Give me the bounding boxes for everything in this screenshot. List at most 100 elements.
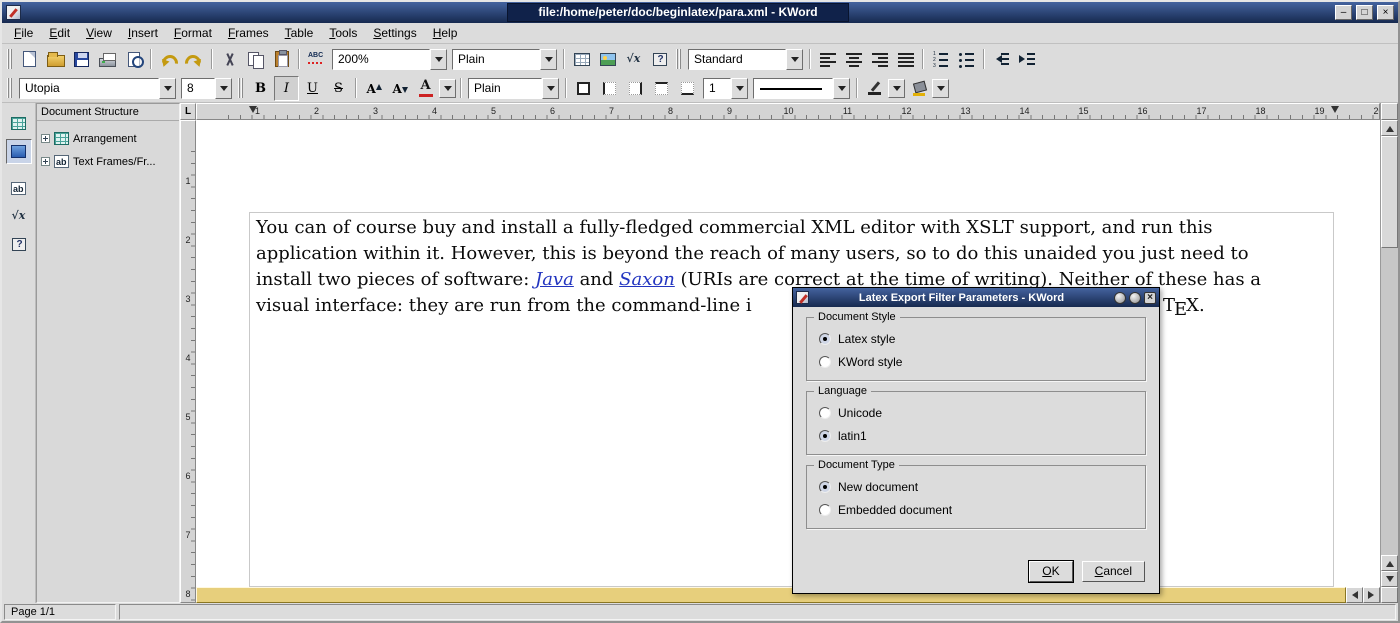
align-left-button[interactable] — [815, 47, 840, 72]
font-size-combobox[interactable]: 8 — [181, 78, 232, 99]
text-style-value[interactable]: Plain — [452, 49, 540, 70]
scrollbar-track[interactable] — [1381, 248, 1398, 555]
radio-embedded-document[interactable]: Embedded document — [807, 498, 1145, 521]
border-width-value[interactable]: 1 — [703, 78, 731, 99]
border-left-button[interactable] — [597, 76, 622, 101]
menu-file[interactable]: File — [6, 24, 41, 43]
table-frame-tool[interactable] — [6, 111, 32, 136]
border-top-button[interactable] — [649, 76, 674, 101]
tree-item-arrangement[interactable]: Arrangement — [41, 127, 177, 150]
object-frame-tool[interactable] — [6, 232, 32, 257]
italic-button[interactable]: I — [274, 76, 299, 101]
close-button[interactable]: × — [1377, 5, 1394, 20]
insert-formula-button[interactable] — [621, 47, 646, 72]
menu-insert[interactable]: Insert — [120, 24, 166, 43]
spellcheck-button[interactable] — [304, 47, 329, 72]
expander-icon[interactable] — [41, 157, 50, 166]
menu-help[interactable]: Help — [425, 24, 466, 43]
menu-view[interactable]: View — [78, 24, 120, 43]
background-color-button[interactable] — [906, 76, 931, 101]
border-color-dropdown-button[interactable] — [888, 79, 905, 98]
align-justify-button[interactable] — [893, 47, 918, 72]
border-color-button[interactable] — [862, 76, 887, 101]
font-family-dropdown-button[interactable] — [159, 78, 176, 99]
insert-object-button[interactable] — [647, 47, 672, 72]
link-saxon[interactable]: Saxon — [619, 269, 675, 290]
radio-selected-icon[interactable] — [819, 481, 831, 493]
bullet-list-button[interactable] — [954, 47, 979, 72]
insert-picture-button[interactable] — [595, 47, 620, 72]
cancel-button[interactable]: Cancel — [1082, 561, 1145, 582]
menu-table[interactable]: Table — [277, 24, 322, 43]
character-style-combobox[interactable]: Plain — [468, 78, 559, 99]
paragraph-style-dropdown-button[interactable] — [786, 49, 803, 70]
border-outline-button[interactable] — [571, 76, 596, 101]
expander-icon[interactable] — [41, 134, 50, 143]
scroll-up-button[interactable] — [1381, 120, 1398, 136]
strikethrough-button[interactable]: S — [326, 76, 351, 101]
font-color-dropdown-button[interactable] — [439, 79, 456, 98]
copy-button[interactable] — [243, 47, 268, 72]
decrease-indent-button[interactable] — [989, 47, 1014, 72]
menu-edit[interactable]: Edit — [41, 24, 78, 43]
toolbar-handle[interactable] — [238, 78, 244, 98]
character-style-dropdown-button[interactable] — [542, 78, 559, 99]
zoom-dropdown-button[interactable] — [430, 49, 447, 70]
formula-frame-tool[interactable] — [6, 204, 32, 229]
font-size-value[interactable]: 8 — [181, 78, 215, 99]
minimize-button[interactable]: – — [1335, 5, 1352, 20]
dialog-close-button[interactable]: × — [1144, 292, 1156, 304]
scroll-up-button-bottom[interactable] — [1381, 555, 1398, 571]
insert-table-button[interactable] — [569, 47, 594, 72]
tree-item-text-frames[interactable]: Text Frames/Fr... — [41, 150, 177, 173]
tab-type-selector[interactable]: L — [180, 103, 196, 120]
scroll-down-button[interactable] — [1381, 571, 1398, 587]
paragraph-style-combobox[interactable]: Standard — [688, 49, 803, 70]
scroll-right-button[interactable] — [1363, 587, 1380, 603]
border-style-combobox[interactable] — [753, 78, 850, 99]
redo-button[interactable] — [182, 47, 207, 72]
character-style-value[interactable]: Plain — [468, 78, 542, 99]
picture-frame-tool[interactable] — [6, 139, 32, 164]
open-document-button[interactable] — [43, 47, 68, 72]
border-style-value[interactable] — [753, 78, 833, 99]
border-width-combobox[interactable]: 1 — [703, 78, 748, 99]
radio-unselected-icon[interactable] — [819, 407, 831, 419]
radio-selected-icon[interactable] — [819, 430, 831, 442]
radio-selected-icon[interactable] — [819, 333, 831, 345]
dialog-minimize-button[interactable] — [1114, 292, 1126, 304]
align-right-button[interactable] — [867, 47, 892, 72]
dialog-titlebar[interactable]: Latex Export Filter Parameters - KWord × — [793, 288, 1159, 307]
kword-app-icon[interactable] — [6, 5, 21, 20]
superscript-button[interactable] — [361, 76, 386, 101]
print-preview-button[interactable] — [121, 47, 146, 72]
menu-format[interactable]: Format — [166, 24, 220, 43]
font-size-dropdown-button[interactable] — [215, 78, 232, 99]
horizontal-scrollbar[interactable] — [196, 587, 1380, 603]
radio-kword-style[interactable]: KWord style — [807, 350, 1145, 373]
left-margin-marker[interactable] — [249, 106, 257, 117]
border-bottom-button[interactable] — [675, 76, 700, 101]
new-document-button[interactable] — [17, 47, 42, 72]
text-style-combobox[interactable]: Plain — [452, 49, 557, 70]
subscript-button[interactable] — [387, 76, 412, 101]
radio-new-document[interactable]: New document — [807, 475, 1145, 498]
text-frame-tool[interactable] — [6, 176, 32, 201]
increase-indent-button[interactable] — [1015, 47, 1040, 72]
zoom-combobox[interactable]: 200% — [332, 49, 447, 70]
font-family-value[interactable]: Utopia — [19, 78, 159, 99]
menu-frames[interactable]: Frames — [220, 24, 277, 43]
underline-button[interactable]: U — [300, 76, 325, 101]
maximize-button[interactable]: □ — [1356, 5, 1373, 20]
cut-button[interactable] — [217, 47, 242, 72]
text-style-dropdown-button[interactable] — [540, 49, 557, 70]
ok-button[interactable]: OK — [1029, 561, 1072, 582]
border-style-dropdown-button[interactable] — [833, 78, 850, 99]
link-java[interactable]: Java — [535, 269, 574, 290]
radio-unselected-icon[interactable] — [819, 504, 831, 516]
menu-tools[interactable]: Tools — [321, 24, 365, 43]
radio-latex-style[interactable]: Latex style — [807, 327, 1145, 350]
right-margin-marker[interactable] — [1331, 106, 1339, 117]
print-button[interactable] — [95, 47, 120, 72]
document-view[interactable]: You can of course buy and install a full… — [196, 120, 1380, 587]
